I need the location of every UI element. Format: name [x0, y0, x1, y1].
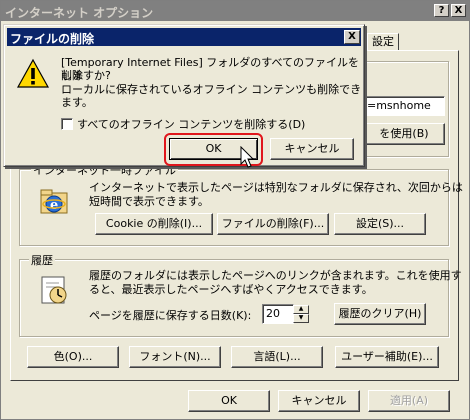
- homepage-address-input[interactable]: =msnhome: [363, 96, 445, 116]
- clear-history-button[interactable]: 履歴のクリア(H): [334, 303, 426, 325]
- history-group-label: 履歴: [29, 252, 55, 268]
- dialog-cancel-button[interactable]: キャンセル: [270, 138, 354, 160]
- history-desc-line2: ると、最近表示したページへすばやくアクセスできます。: [89, 283, 373, 296]
- delete-files-button[interactable]: ファイルの削除(F)...: [217, 213, 329, 235]
- accessibility-button[interactable]: ユーザー補助(E)...: [335, 346, 439, 368]
- window-titlebar: インターネット オプション ? X: [1, 1, 469, 21]
- tab-settings[interactable]: 設定: [367, 33, 399, 51]
- offline-content-label[interactable]: すべてのオフライン コンテンツを削除する(D): [77, 118, 305, 131]
- temp-files-desc-line1: インターネットで表示したページは特別なフォルダに保存され、次回からは: [89, 181, 463, 194]
- close-button[interactable]: X: [451, 4, 466, 17]
- history-clock-icon: [39, 273, 73, 307]
- warning-icon: [16, 58, 50, 90]
- history-desc-line1: 履歴のフォルダには表示したページへのリンクが含まれます。これを使用す: [89, 269, 462, 282]
- history-days-input[interactable]: 20: [262, 304, 294, 324]
- temp-settings-button[interactable]: 設定(S)...: [334, 213, 426, 235]
- cancel-button[interactable]: キャンセル: [278, 390, 360, 412]
- dialog-title: ファイルの削除: [10, 32, 95, 46]
- dialog-close-button[interactable]: X: [344, 30, 360, 44]
- ie-folder-icon: e: [39, 184, 73, 218]
- dialog-message-line2: しますか?: [61, 69, 111, 82]
- dialog-message-line3: ローカルに保存されているオフライン コンテンツも削除できます。: [61, 83, 362, 109]
- temp-files-desc-line2: 短時間で表示できます。: [89, 195, 209, 208]
- colors-button[interactable]: 色(O)...: [27, 346, 119, 368]
- languages-button[interactable]: 言語(L)...: [231, 346, 323, 368]
- window-title: インターネット オプション: [5, 6, 154, 20]
- delete-cookies-button[interactable]: Cookie の削除(I)...: [95, 213, 213, 235]
- dialog-titlebar: ファイルの削除 X: [7, 28, 361, 46]
- apply-button[interactable]: 適用(A): [368, 390, 450, 412]
- help-button[interactable]: ?: [434, 4, 449, 17]
- offline-content-checkbox[interactable]: [61, 118, 73, 130]
- delete-files-dialog: ファイルの削除 X [Temporary Internet Files] フォル…: [3, 24, 365, 167]
- fonts-button[interactable]: フォント(N)...: [129, 346, 221, 368]
- mouse-cursor-icon: [240, 145, 256, 170]
- history-days-spinner[interactable]: ▲ ▼: [293, 305, 309, 324]
- use-blank-button[interactable]: を使用(B): [363, 123, 445, 145]
- history-days-label: ページを履歴に保存する日数(K):: [89, 309, 252, 322]
- spin-up-icon[interactable]: ▲: [293, 305, 309, 314]
- ok-button[interactable]: OK: [188, 390, 270, 412]
- spin-down-icon[interactable]: ▼: [293, 314, 309, 323]
